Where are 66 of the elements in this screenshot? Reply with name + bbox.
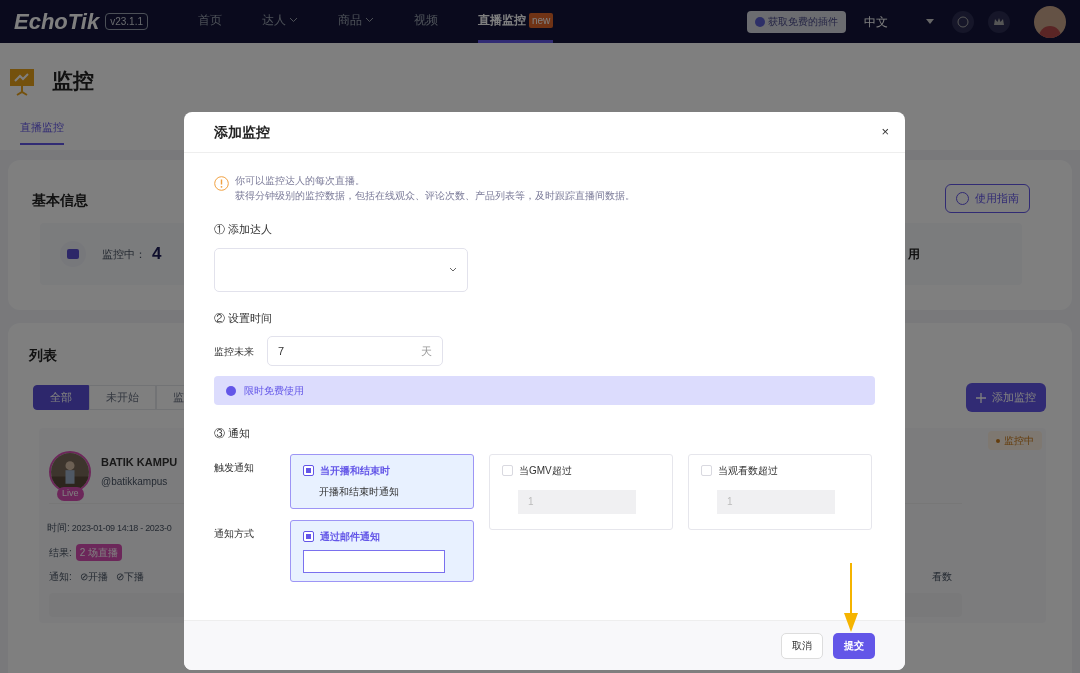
field-label: 监控未来 [214, 344, 255, 359]
monitor-icon [60, 241, 86, 267]
nav-item[interactable]: 首页 [198, 0, 222, 43]
new-badge: new [529, 12, 554, 28]
option-title: 通过邮件通知 [320, 529, 380, 544]
plus-icon [976, 392, 986, 403]
nav-item[interactable]: 达人 [262, 0, 298, 43]
checkbox[interactable] [303, 530, 314, 542]
creator-name: BATIK KAMPU [101, 455, 178, 470]
notify-option: 看数 [932, 568, 952, 584]
add-monitor-button[interactable]: 添加监控 [966, 383, 1046, 412]
submit-button[interactable]: 提交 [833, 632, 875, 659]
nav-item[interactable]: 商品 [338, 0, 374, 43]
notify-option: ⊘开播 [79, 568, 108, 584]
option-title: 当GMV超过 [519, 463, 572, 478]
info-text: 限时免费使用 [244, 384, 304, 398]
creator-handle: @batikkampus [101, 474, 169, 489]
crown-icon[interactable] [988, 10, 1010, 33]
chevron-icon [449, 267, 457, 272]
time-range: 2023-01-09 14:18 - 2023-0 [71, 522, 172, 535]
cancel-button[interactable]: 取消 [781, 632, 823, 659]
status-badge: 监控中 [988, 431, 1042, 450]
plugin-button[interactable]: 获取免费的插件 [747, 10, 846, 33]
live-badge: Live [57, 487, 84, 501]
guide-button[interactable]: 使用指南 [945, 184, 1030, 213]
field-label: 时间: [47, 521, 70, 535]
step-label: ② 设置时间 [214, 310, 274, 326]
result-badge: 2 场直播 [75, 543, 123, 561]
method-option[interactable]: 通过邮件通知 [290, 519, 474, 582]
section-title: 列表 [29, 347, 57, 363]
page-tab[interactable]: 直播监控 [20, 118, 64, 145]
stat-label: 用 [908, 246, 920, 263]
notice-text: 你可以监控达人的每次直播。 [235, 174, 366, 188]
warning-icon [214, 176, 229, 191]
step-label: ① 添加达人 [214, 222, 274, 237]
email-field[interactable] [303, 549, 445, 573]
field-label: 触发通知 [214, 461, 254, 473]
dialog-title: 添加监控 [214, 122, 270, 142]
option-title: 当开播和结束时 [320, 463, 390, 478]
checkbox[interactable] [303, 464, 314, 476]
info-icon [226, 385, 236, 396]
option-description: 开播和结束时通知 [319, 484, 400, 499]
stat-label: 监控中： [102, 246, 146, 262]
stat-value: 4 [152, 243, 162, 266]
notice-text: 获得分钟级别的监控数据，包括在线观众、评论次数、产品列表等，及时跟踪直播间数据。 [235, 189, 635, 203]
field-label: 通知: [49, 569, 72, 584]
filter-tab[interactable]: 未开始 [89, 385, 156, 410]
language-selector[interactable]: 中文 [864, 12, 888, 31]
avatar[interactable] [1034, 5, 1066, 38]
close-button[interactable]: × [881, 122, 889, 142]
arrow-annotation [843, 563, 859, 633]
days-field[interactable]: 7 天 [267, 336, 443, 366]
field-label: 通知方式 [214, 527, 254, 539]
page-title: 监控 [52, 68, 94, 94]
section-title: 基本信息 [32, 191, 88, 210]
option-title: 当观看数超过 [718, 463, 778, 478]
notify-option: ⊘下播 [115, 568, 144, 584]
nav-item[interactable]: 视频 [414, 0, 438, 43]
logo[interactable]: EchoTik [14, 5, 100, 38]
caret-icon[interactable] [926, 19, 934, 24]
version-badge: v23.1.1 [105, 13, 148, 30]
coin-icon[interactable] [952, 10, 974, 33]
trigger-option[interactable]: 当开播和结束时 开播和结束时通知 [290, 453, 474, 509]
filter-tab[interactable]: 全部 [33, 385, 89, 410]
field-label: 结果: [49, 545, 72, 560]
step-label: ③ 通知 [214, 426, 252, 441]
